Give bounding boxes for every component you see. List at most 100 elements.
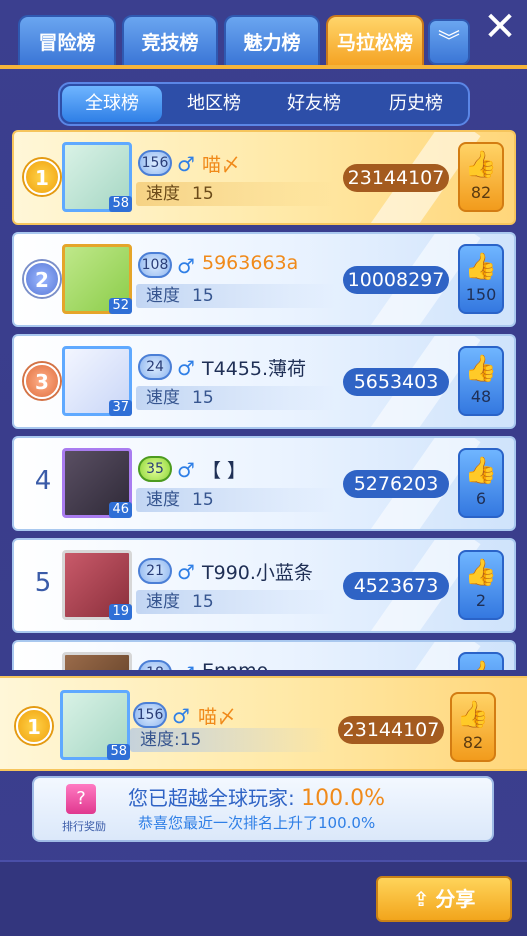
like-count: 82 bbox=[470, 183, 492, 202]
score: 23144107 bbox=[338, 716, 444, 744]
like-count: 48 bbox=[470, 387, 492, 406]
avatar[interactable]: 37 bbox=[62, 346, 132, 416]
thumbs-up-icon: 👍 bbox=[464, 558, 498, 588]
list-item[interactable]: 5 19 21 ♂ T990.小蓝条 速度 15 4523673 👍 2 bbox=[12, 538, 516, 633]
like-button[interactable]: 👍 82 bbox=[458, 142, 504, 212]
silver-medal-icon: 2 bbox=[24, 261, 60, 297]
like-count: 150 bbox=[465, 285, 497, 304]
avatar[interactable]: 46 bbox=[62, 448, 132, 518]
level-badge: 108 bbox=[138, 252, 172, 278]
level-badge: 35 bbox=[138, 456, 172, 482]
sub-tab-bar: 全球榜 地区榜 好友榜 历史榜 bbox=[58, 82, 470, 126]
avatar-level: 58 bbox=[109, 196, 132, 212]
avatar-level: 58 bbox=[107, 744, 130, 760]
like-button[interactable]: 👍 2 bbox=[458, 550, 504, 620]
top-tab-bar: 冒险榜 竞技榜 魅力榜 马拉松榜 ︾ ✕ bbox=[0, 0, 527, 70]
double-chevron-down-icon[interactable]: ︾ bbox=[428, 19, 470, 65]
like-button[interactable]: 👍 bbox=[458, 652, 504, 670]
like-button[interactable]: 👍 150 bbox=[458, 244, 504, 314]
player-name: T990.小蓝条 bbox=[202, 562, 313, 584]
speed-stat: 速度 15 bbox=[136, 590, 336, 614]
level-badge: 24 bbox=[138, 354, 172, 380]
like-button[interactable]: 👍 82 bbox=[450, 692, 496, 762]
list-item[interactable]: 4 46 35 ♂ 【 】 速度 15 5276203 👍 6 bbox=[12, 436, 516, 531]
score: 4523673 bbox=[343, 572, 449, 600]
like-count: 6 bbox=[475, 489, 487, 508]
male-icon: ♂ bbox=[177, 254, 195, 278]
thumbs-up-icon: 👍 bbox=[464, 252, 498, 282]
level-badge: 21 bbox=[138, 558, 172, 584]
surpass-text: 您已超越全球玩家: 100.0% bbox=[128, 786, 385, 811]
ranking-reward-panel: ? 排行奖励 您已超越全球玩家: 100.0% 恭喜您最近一次排名上升了100.… bbox=[32, 776, 494, 842]
gift-icon[interactable]: ? bbox=[66, 784, 96, 814]
player-name: 【 】 bbox=[202, 460, 247, 482]
avatar-level: 46 bbox=[109, 502, 132, 518]
list-item[interactable]: 2 52 108 ♂ 5963663a 速度 15 10008297 👍 150 bbox=[12, 232, 516, 327]
player-name: 喵〆 bbox=[202, 154, 241, 176]
speed-stat: 速度 15 bbox=[136, 386, 336, 410]
speed-stat: 速度 15 bbox=[136, 182, 336, 206]
thumbs-up-icon: 👍 bbox=[464, 456, 498, 486]
male-icon: ♂ bbox=[177, 458, 195, 482]
tab-charm[interactable]: 魅力榜 bbox=[224, 15, 320, 65]
list-item[interactable]: 18 ♂ Ennmo 👍 bbox=[12, 640, 516, 670]
bronze-medal-icon: 3 bbox=[24, 363, 60, 399]
tab-underline bbox=[0, 65, 527, 69]
like-count: 2 bbox=[475, 591, 487, 610]
thumbs-up-icon: 👍 bbox=[460, 658, 502, 670]
gold-medal-icon: 1 bbox=[16, 708, 52, 744]
avatar-level: 19 bbox=[109, 604, 132, 620]
tab-adventure[interactable]: 冒险榜 bbox=[18, 15, 116, 65]
male-icon: ♂ bbox=[177, 356, 195, 380]
player-name: T4455.薄荷 bbox=[202, 358, 306, 380]
avatar[interactable]: 58 bbox=[62, 142, 132, 212]
avatar[interactable]: 19 bbox=[62, 550, 132, 620]
avatar-level: 52 bbox=[109, 298, 132, 314]
like-count: 82 bbox=[462, 733, 484, 752]
player-name: 喵〆 bbox=[198, 706, 237, 728]
avatar[interactable]: 52 bbox=[62, 244, 132, 314]
thumbs-up-icon: 👍 bbox=[464, 150, 498, 180]
tab-arena[interactable]: 竞技榜 bbox=[122, 15, 218, 65]
list-item[interactable]: 3 37 24 ♂ T4455.薄荷 速度 15 5653403 👍 48 bbox=[12, 334, 516, 429]
leaderboard-list[interactable]: 1 58 156 ♂ 喵〆 速度 15 23144107 👍 82 2 52 10… bbox=[0, 130, 527, 670]
score: 5276203 bbox=[343, 470, 449, 498]
level-badge: 156 bbox=[133, 702, 167, 728]
tab-marathon[interactable]: 马拉松榜 bbox=[326, 15, 424, 65]
score: 5653403 bbox=[343, 368, 449, 396]
rank-rise-text: 恭喜您最近一次排名上升了100.0% bbox=[138, 814, 376, 832]
tab-global[interactable]: 全球榜 bbox=[62, 86, 162, 122]
rank-number: 4 bbox=[34, 466, 52, 496]
thumbs-up-icon: 👍 bbox=[456, 700, 490, 730]
tab-history[interactable]: 历史榜 bbox=[366, 86, 466, 122]
like-button[interactable]: 👍 6 bbox=[458, 448, 504, 518]
avatar[interactable]: 58 bbox=[60, 690, 130, 760]
thumbs-up-icon: 👍 bbox=[464, 354, 498, 384]
avatar-level: 37 bbox=[109, 400, 132, 416]
player-name: 5963663a bbox=[202, 252, 299, 274]
speed-stat: 速度:15 bbox=[130, 728, 330, 752]
share-icon: ⇪ bbox=[412, 887, 430, 911]
gold-medal-icon: 1 bbox=[24, 159, 60, 195]
my-rank-row: 1 58 156 ♂ 喵〆 速度:15 23144107 👍 82 bbox=[0, 676, 527, 771]
male-icon: ♂ bbox=[172, 704, 190, 728]
player-name: Ennmo bbox=[202, 660, 268, 670]
close-icon[interactable]: ✕ bbox=[480, 7, 520, 48]
tab-friends[interactable]: 好友榜 bbox=[264, 86, 364, 122]
list-item[interactable]: 1 58 156 ♂ 喵〆 速度 15 23144107 👍 82 bbox=[12, 130, 516, 225]
level-badge: 156 bbox=[138, 150, 172, 176]
speed-stat: 速度 15 bbox=[136, 488, 336, 512]
share-button[interactable]: ⇪ 分享 bbox=[376, 876, 512, 922]
score: 10008297 bbox=[343, 266, 449, 294]
score: 23144107 bbox=[343, 164, 449, 192]
reward-label[interactable]: 排行奖励 bbox=[54, 818, 114, 834]
speed-stat: 速度 15 bbox=[136, 284, 336, 308]
male-icon: ♂ bbox=[177, 662, 195, 670]
male-icon: ♂ bbox=[177, 560, 195, 584]
like-button[interactable]: 👍 48 bbox=[458, 346, 504, 416]
male-icon: ♂ bbox=[177, 152, 195, 176]
tab-region[interactable]: 地区榜 bbox=[164, 86, 264, 122]
avatar[interactable] bbox=[62, 652, 132, 670]
rank-number: 5 bbox=[34, 568, 52, 598]
level-badge: 18 bbox=[138, 660, 172, 670]
